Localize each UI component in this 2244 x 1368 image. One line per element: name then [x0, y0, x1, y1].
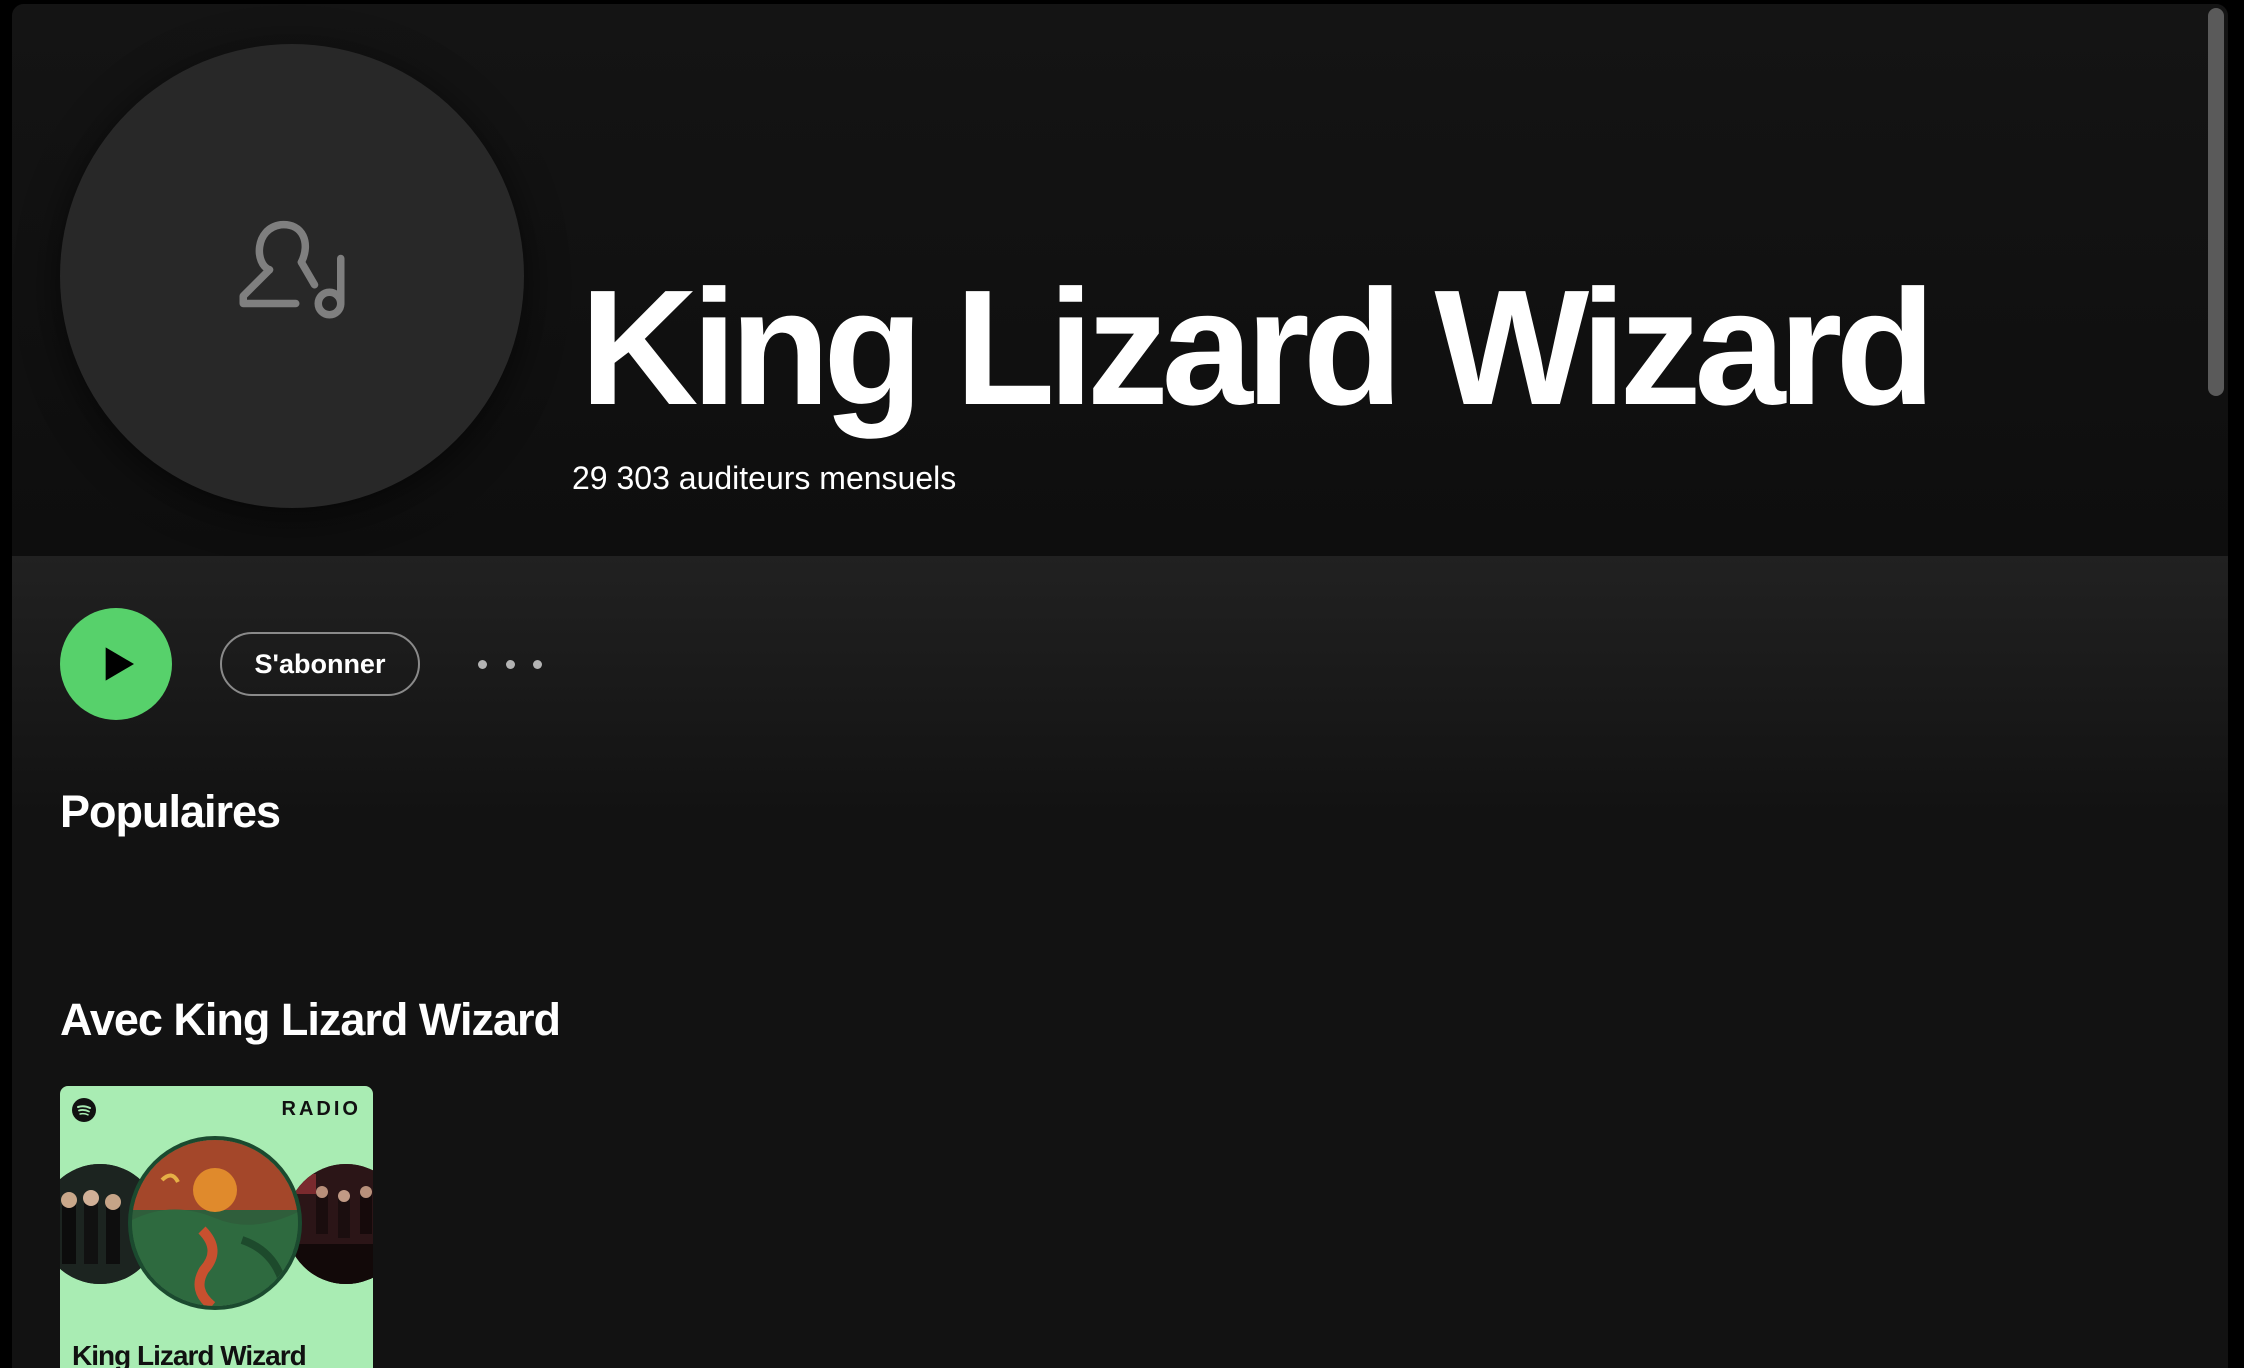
artist-avatar	[60, 44, 524, 508]
follow-button[interactable]: S'abonner	[220, 632, 420, 696]
more-options-icon	[478, 659, 487, 669]
artist-header: King Lizard Wizard 29 303 auditeurs mens…	[12, 4, 2228, 556]
scrollbar[interactable]	[2208, 8, 2224, 396]
featuring-section-title: Avec King Lizard Wizard	[60, 994, 561, 1045]
artist-name: King Lizard Wizard	[580, 256, 1936, 439]
radio-badge: RADIO	[281, 1098, 361, 1120]
artist-radio-card[interactable]: RADIO King Lizard Wizard	[60, 1086, 373, 1368]
play-icon	[105, 647, 134, 681]
more-options-icon	[533, 659, 542, 669]
artist-placeholder-icon	[239, 220, 345, 319]
album-art-image	[132, 1140, 298, 1306]
radio-card-title: King Lizard Wizard	[72, 1340, 307, 1368]
more-options-icon	[505, 659, 515, 669]
popular-section-title: Populaires	[60, 786, 281, 837]
more-options-button[interactable]	[478, 642, 542, 686]
artist-page: King Lizard Wizard 29 303 auditeurs mens…	[12, 4, 2228, 1368]
spotify-logo-icon	[72, 1098, 96, 1122]
related-artist-image	[286, 1164, 373, 1284]
play-button[interactable]	[60, 608, 172, 720]
artist-content: S'abonner Populaires Avec King Lizard Wi…	[12, 556, 2228, 1368]
monthly-listeners: 29 303 auditeurs mensuels	[572, 460, 957, 496]
